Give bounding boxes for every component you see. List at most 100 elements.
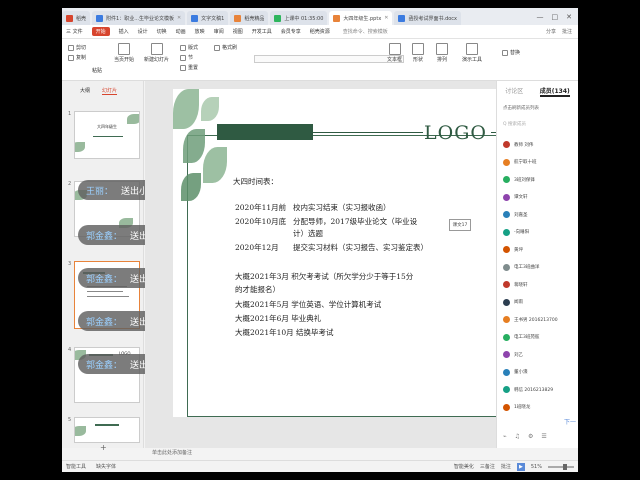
minimize-button[interactable]: — — [537, 13, 544, 21]
textbox-tag[interactable]: 课文17 — [449, 219, 471, 231]
schedule-line[interactable]: 计）选题 — [235, 228, 323, 239]
schedule-line[interactable]: 大概2021年5月 学位英语、学位计算机考试 — [235, 299, 381, 310]
close-icon[interactable]: ✕ — [384, 15, 388, 21]
cut-button[interactable]: 剪切 — [68, 44, 86, 51]
command-search-input[interactable]: 查找命令、搜索模板 — [343, 28, 388, 35]
tab-outline[interactable]: 大纲 — [80, 87, 90, 95]
member-item[interactable]: 韩信 2016213829 — [503, 386, 553, 393]
replace-button[interactable]: 替换 — [502, 49, 520, 56]
member-search-input[interactable]: Q 搜索成员 — [503, 121, 578, 127]
tab-pptx[interactable]: 大四年级生.pptx ✕ — [329, 11, 393, 25]
member-item[interactable]: 3班刘保锋 — [503, 176, 535, 183]
tab-slides[interactable]: 幻灯片 — [102, 87, 118, 95]
shape-button[interactable]: 形状 — [412, 43, 424, 63]
schedule-line[interactable]: 大概2021年6月 毕业典礼 — [235, 313, 321, 324]
add-slide-button[interactable]: + — [100, 443, 107, 452]
copy-button[interactable]: 复制 — [68, 54, 86, 61]
close-icon[interactable]: ✕ — [177, 15, 181, 21]
tab-discussion[interactable]: 讨论区 — [505, 86, 523, 97]
slide-thumbnail-1[interactable]: 大四年级生 — [74, 111, 140, 159]
close-button[interactable]: ✕ — [566, 13, 572, 21]
reset-button[interactable]: 重置 — [180, 64, 198, 71]
tab-daoke[interactable]: 稻壳 — [62, 11, 91, 25]
menu-daoke-resources[interactable]: 稻壳资源 — [310, 28, 330, 35]
schedule-line[interactable]: 的才能报名） — [235, 284, 280, 295]
tab-docx[interactable]: 函授考试界面书.docx — [394, 11, 462, 25]
play-button[interactable]: ▶ — [516, 462, 525, 471]
schedule-line[interactable]: 大概2021年3月 积欠考考试（所欠学分少于等于15分 — [235, 271, 413, 282]
share-button[interactable]: 分享 — [546, 28, 556, 35]
member-item[interactable]: 电工3班苑舷 — [503, 333, 539, 341]
present-tools-button[interactable]: 演示工具 — [462, 43, 482, 63]
from-start-button[interactable]: 当页开始 — [114, 43, 134, 63]
arrange-button[interactable]: 排列 — [436, 43, 448, 63]
textbox-button[interactable]: 文本框 — [387, 43, 402, 63]
menu-member[interactable]: 会员专享 — [281, 28, 301, 35]
schedule-line[interactable]: 2020年10月底 分配导师，2017级毕业论文（毕业设 — [235, 216, 417, 227]
slide-panel: 大纲 幻灯片 1 大四年级生 2 3 4 LOGO 5 — [62, 81, 144, 452]
tab-daoke-premium[interactable]: 稻壳精品 — [230, 11, 269, 25]
mic-icon[interactable]: ⌁ — [503, 433, 507, 440]
member-item[interactable]: 闻雨 — [503, 298, 523, 306]
new-slide-button[interactable]: 新建幻灯片 — [144, 43, 169, 63]
title-bar-shape[interactable] — [217, 124, 313, 140]
gear-icon[interactable]: ⚙ — [528, 433, 533, 440]
zoom-slider[interactable] — [548, 463, 574, 470]
member-name: 蒋晓轩 — [514, 282, 528, 288]
member-item[interactable]: 刘嘉圣 — [503, 211, 528, 218]
leaf-decoration — [173, 89, 199, 129]
member-item[interactable]: 董小濠 — [503, 368, 528, 376]
member-item[interactable]: 航宁取十班 — [503, 158, 537, 166]
notes-placeholder[interactable]: 单击此处添加备注 — [152, 449, 192, 456]
menu-design[interactable]: 设计 — [138, 28, 148, 35]
member-item[interactable]: -向睡阳 — [503, 228, 529, 236]
menu-icon[interactable]: ☰ — [541, 433, 546, 440]
tab-text-doc[interactable]: 文字文稿1 — [187, 11, 229, 25]
menu-view[interactable]: 视图 — [233, 28, 243, 35]
member-item[interactable]: 王书男 2016213700 — [503, 316, 558, 323]
tab-members[interactable]: 成员(134) — [539, 86, 570, 97]
member-name: 1班晓龙 — [514, 405, 531, 410]
tab-class-timer[interactable]: 上课中 01:35:00 — [270, 11, 328, 25]
refresh-members-link[interactable]: 点击刷新成员列表 — [503, 105, 578, 111]
member-item[interactable]: 蒋晓轩 — [503, 281, 528, 288]
member-item[interactable]: 黄坪 — [503, 246, 523, 253]
missing-font-label[interactable]: 缺失字体 — [96, 463, 116, 470]
menu-home[interactable]: 开始 — [91, 27, 110, 36]
member-item[interactable]: 1班晓龙 — [503, 403, 531, 411]
menu-insert[interactable]: 插入 — [119, 28, 129, 35]
ribbon: 剪切 复制 粘贴 当页开始 新建幻灯片 版式 节 重置 格式刷 文本框 形状 排… — [62, 39, 578, 81]
schedule-line[interactable]: 2020年12月 提交实习材料（实习报告、实习鉴定表） — [235, 242, 428, 253]
menu-animation[interactable]: 动画 — [176, 28, 186, 35]
menu-file[interactable]: 三 文件 — [66, 28, 83, 35]
layout-button[interactable]: 版式 — [180, 44, 198, 51]
section-button[interactable]: 节 — [180, 54, 193, 61]
format-painter-button[interactable]: 格式刷 — [214, 44, 237, 51]
comment-button[interactable]: 批注 — [562, 28, 572, 35]
comments-toggle-button[interactable]: 批注 — [501, 463, 511, 470]
tab-thesis-template[interactable]: 附件1：职业...生毕业论文模板 ✕ — [92, 11, 186, 25]
member-item[interactable]: 刘乙 — [503, 351, 523, 358]
music-icon[interactable]: ♫ — [515, 433, 520, 440]
menu-transition[interactable]: 切换 — [157, 28, 167, 35]
font-select[interactable] — [254, 55, 404, 63]
schedule-line[interactable]: 2020年11月前 校内实习结束（实习报收函） — [235, 202, 391, 213]
notes-toggle-button[interactable]: 三备注 — [480, 463, 495, 470]
logo-text[interactable]: LOGO — [424, 122, 487, 144]
slide[interactable]: LOGO 大四时间表： 2020年11月前 校内实习结束（实习报收函） 2020年… — [173, 89, 496, 417]
maximize-button[interactable]: □ — [552, 13, 559, 21]
member-item[interactable]: 谭文轩 — [503, 193, 528, 201]
schedule-line[interactable]: 大概2021年10月 结换毕考试 — [235, 327, 334, 338]
menu-review[interactable]: 审阅 — [214, 28, 224, 35]
menu-slideshow[interactable]: 放映 — [195, 28, 205, 35]
smart-beautify-button[interactable]: 智能美化 — [454, 463, 474, 470]
smart-tools-label[interactable]: 智能工具 — [66, 463, 86, 470]
slide-heading[interactable]: 大四时间表： — [233, 176, 278, 187]
paste-button[interactable]: 粘贴 — [92, 67, 102, 74]
slide-thumbnail-5[interactable] — [74, 417, 140, 443]
next-page-button[interactable]: 下一 — [564, 417, 576, 426]
member-item[interactable]: 电工3班曲洋 — [503, 263, 539, 271]
leaf-decoration — [75, 426, 86, 436]
menu-developer[interactable]: 开发工具 — [252, 28, 272, 35]
member-item[interactable]: 教师 刘伟 — [503, 141, 533, 148]
